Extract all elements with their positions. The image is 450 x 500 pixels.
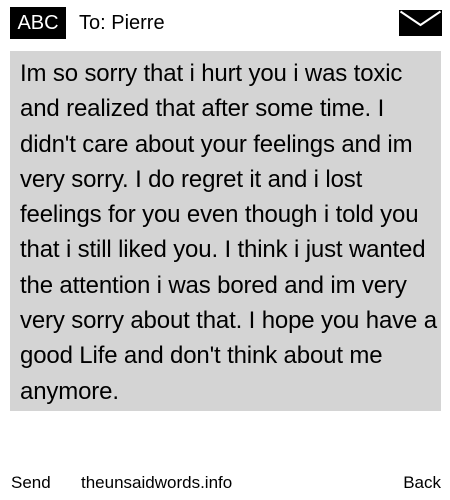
message-header: ABC To: Pierre xyxy=(0,0,450,46)
recipient-field[interactable]: To: Pierre xyxy=(79,10,165,36)
send-button[interactable]: Send xyxy=(11,470,51,496)
input-mode-badge: ABC xyxy=(10,7,66,39)
message-body[interactable]: Im so sorry that i hurt you i was toxic … xyxy=(20,56,438,409)
softkey-bar: Send theunsaidwords.info Back xyxy=(0,470,450,500)
envelope-icon xyxy=(399,10,442,36)
site-watermark: theunsaidwords.info xyxy=(81,473,233,492)
back-button[interactable]: Back xyxy=(403,470,441,496)
